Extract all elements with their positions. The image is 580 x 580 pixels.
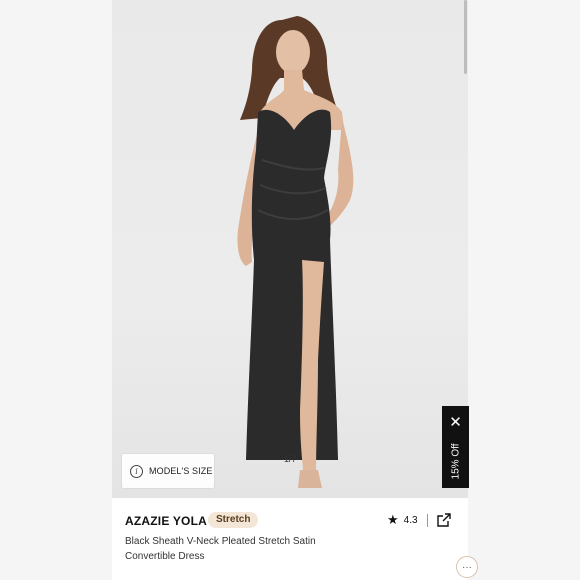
model-in-dress-image: [237, 16, 354, 488]
stretch-badge: Stretch: [208, 512, 259, 528]
brand-name[interactable]: AZAZIE YOLA: [125, 514, 207, 528]
external-link-icon[interactable]: [437, 513, 451, 527]
promo-label: 15% Off: [450, 443, 462, 479]
info-icon: i: [130, 464, 143, 478]
models-size-button[interactable]: i MODEL'S SIZE: [122, 454, 214, 488]
image-counter: 1/7: [284, 454, 297, 464]
discount-promo-tab[interactable]: ✕ 15% Off: [442, 406, 469, 488]
chat-icon[interactable]: ···: [456, 556, 478, 578]
right-backdrop: [468, 0, 580, 580]
product-info-bar: AZAZIE YOLA Stretch ★ 4.3 Black Sheath V…: [112, 498, 468, 580]
product-title[interactable]: Black Sheath V-Neck Pleated Stretch Sati…: [125, 534, 355, 564]
rating[interactable]: ★ 4.3: [387, 513, 428, 527]
promo-label-wrap: 15% Off: [442, 436, 469, 486]
divider: [426, 513, 428, 527]
star-icon: ★: [387, 512, 399, 527]
product-card[interactable]: i MODEL'S SIZE 1/7 AZAZIE YOLA Stretch ★…: [112, 0, 468, 580]
scrollbar[interactable]: [464, 0, 467, 74]
close-icon[interactable]: ✕: [442, 414, 469, 432]
left-backdrop: [0, 0, 112, 580]
product-photo[interactable]: i MODEL'S SIZE 1/7: [112, 0, 468, 498]
models-size-label: MODEL'S SIZE: [149, 466, 213, 476]
rating-value: 4.3: [403, 514, 418, 526]
